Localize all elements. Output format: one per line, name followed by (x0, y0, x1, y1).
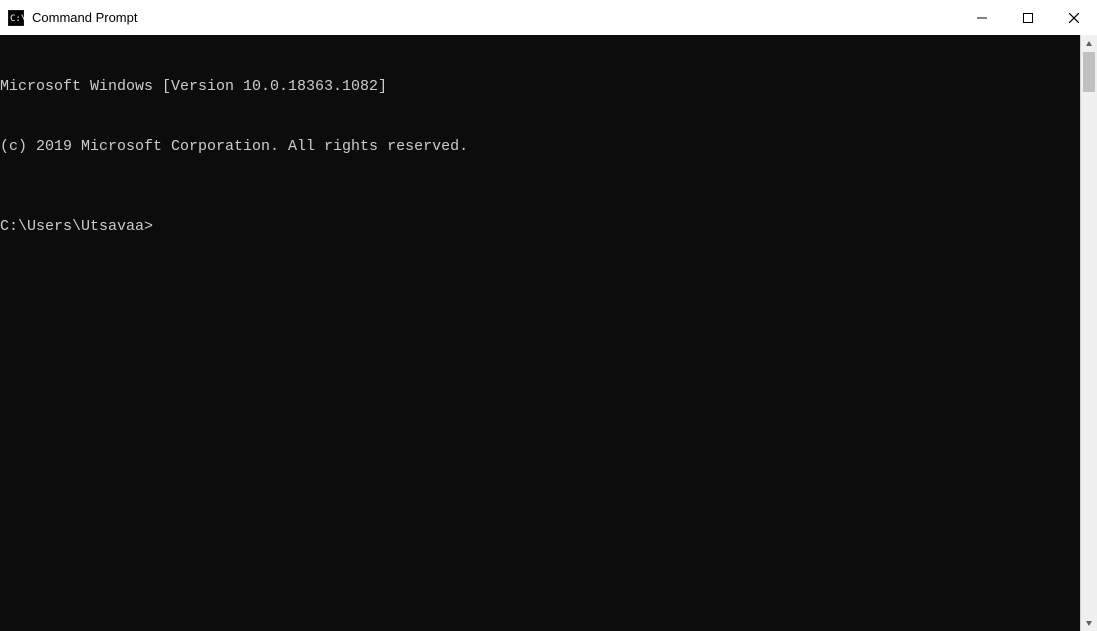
terminal-copyright-line: (c) 2019 Microsoft Corporation. All righ… (0, 137, 1080, 157)
window-titlebar: C:\ Command Prompt (0, 0, 1097, 35)
scroll-thumb[interactable] (1083, 52, 1095, 92)
window-title: Command Prompt (32, 10, 137, 25)
content-area: Microsoft Windows [Version 10.0.18363.10… (0, 35, 1097, 631)
scroll-up-arrow[interactable] (1081, 35, 1097, 52)
minimize-button[interactable] (959, 0, 1005, 35)
close-button[interactable] (1051, 0, 1097, 35)
maximize-button[interactable] (1005, 0, 1051, 35)
vertical-scrollbar[interactable] (1080, 35, 1097, 631)
terminal-prompt: C:\Users\Utsavaa> (0, 217, 1080, 237)
window-controls (959, 0, 1097, 35)
terminal-version-line: Microsoft Windows [Version 10.0.18363.10… (0, 77, 1080, 97)
terminal-area[interactable]: Microsoft Windows [Version 10.0.18363.10… (0, 35, 1080, 631)
cmd-icon: C:\ (8, 10, 24, 26)
svg-text:C:\: C:\ (10, 14, 24, 24)
scroll-down-arrow[interactable] (1081, 614, 1097, 631)
scroll-track[interactable] (1081, 52, 1097, 614)
titlebar-left: C:\ Command Prompt (8, 10, 137, 26)
